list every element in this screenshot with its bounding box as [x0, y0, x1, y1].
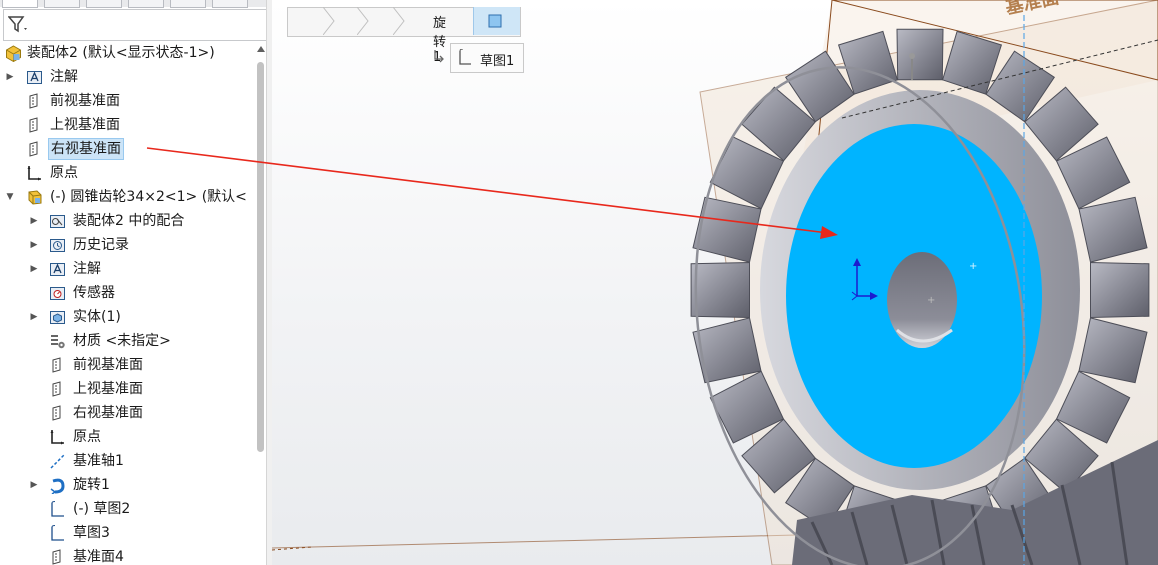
annotation-icon	[49, 261, 66, 278]
tree-item-1[interactable]: 前视基准面	[0, 90, 256, 112]
expand-arrow-icon[interactable]: ▶	[29, 210, 39, 232]
tree-root-assembly[interactable]: 装配体2 (默认<显示状态-1>)	[0, 42, 256, 64]
tree-item-label: 注解	[73, 261, 101, 277]
tree-item-9[interactable]: 传感器	[0, 282, 256, 304]
tree-item-15[interactable]: 原点	[0, 426, 256, 448]
tree-item-label: (-) 草图2	[73, 501, 131, 517]
tree-item-label: 上视基准面	[73, 381, 143, 397]
plane-icon	[49, 405, 66, 422]
tree-item-label: 前视基准面	[73, 357, 143, 373]
breadcrumb-face-icon	[488, 14, 502, 28]
tree-item-label: 右视基准面	[48, 138, 124, 160]
solid-body-icon	[49, 309, 66, 326]
plane-icon	[49, 381, 66, 398]
tree-item-17[interactable]: ▶ 旋转1	[0, 474, 256, 496]
expand-arrow-icon[interactable]: ▶	[29, 234, 39, 256]
tree-item-label: 基准面4	[73, 549, 124, 565]
tree-item-12[interactable]: 前视基准面	[0, 354, 256, 376]
tree-item-label: 上视基准面	[50, 117, 120, 133]
tree-item-label: 原点	[50, 165, 78, 181]
tab-configuration-manager[interactable]	[86, 0, 122, 8]
tree-item-10[interactable]: ▶ 实体(1)	[0, 306, 256, 328]
sketch-icon	[49, 501, 66, 518]
tree-item-16[interactable]: 基准轴1	[0, 450, 256, 472]
scroll-thumb[interactable]	[257, 62, 264, 452]
tab-property-manager[interactable]	[44, 0, 80, 8]
tree-item-7[interactable]: ▶ 历史记录	[0, 234, 256, 256]
tree-item-4[interactable]: 原点	[0, 162, 256, 184]
child-arrow-icon	[434, 50, 444, 63]
plane-icon	[26, 117, 43, 134]
collapse-arrow-icon[interactable]: ▼	[5, 186, 15, 208]
tree-item-label: 原点	[73, 429, 101, 445]
tree-item-label: 草图3	[73, 525, 110, 541]
tree-item-5[interactable]: ▼ (-) 圆锥齿轮34×2<1> (默认<	[0, 186, 256, 208]
history-icon	[49, 237, 66, 254]
tree-item-0[interactable]: ▶ 注解	[0, 66, 256, 88]
origin-icon	[49, 429, 66, 446]
plane-icon	[26, 93, 43, 110]
tree-item-label: 历史记录	[73, 237, 129, 253]
svg-text:+: +	[969, 261, 977, 272]
breadcrumb-face-item[interactable]	[473, 7, 520, 35]
tree-filter[interactable]	[3, 9, 267, 41]
tree-item-14[interactable]: 右视基准面	[0, 402, 256, 424]
assembly-icon	[5, 45, 22, 63]
tab-more[interactable]	[212, 0, 248, 8]
tree-item-13[interactable]: 上视基准面	[0, 378, 256, 400]
tree-item-19[interactable]: 草图3	[0, 522, 256, 544]
axis-icon	[49, 453, 66, 470]
sketch-icon	[459, 49, 471, 65]
expand-arrow-icon[interactable]: ▶	[29, 258, 39, 280]
sketch-icon	[49, 525, 66, 542]
svg-text:+: +	[927, 295, 935, 306]
graphics-viewport[interactable]: 基准面 + + 旋转1 草图1	[272, 0, 1158, 565]
tree-root-label: 装配体2 (默认<显示状态-1>)	[27, 45, 215, 61]
filter-icon[interactable]	[8, 15, 30, 35]
tree-item-label: 旋转1	[73, 477, 110, 493]
breadcrumb-sketch-label: 草图1	[480, 54, 515, 69]
annotation-icon	[26, 69, 43, 86]
breadcrumb-sketch-item[interactable]: 草图1	[450, 43, 524, 73]
expand-arrow-icon[interactable]: ▶	[5, 66, 15, 88]
tree-item-18[interactable]: (-) 草图2	[0, 498, 256, 520]
plane-icon	[26, 141, 43, 158]
tree-item-2[interactable]: 上视基准面	[0, 114, 256, 136]
panel-tabs	[0, 0, 272, 8]
material-icon	[49, 333, 66, 350]
tree-item-label: 右视基准面	[73, 405, 143, 421]
tree-item-label: (-) 圆锥齿轮34×2<1> (默认<	[50, 189, 247, 205]
tree-item-20[interactable]: 基准面4	[0, 546, 256, 565]
tree-item-label: 基准轴1	[73, 453, 124, 469]
tree-item-label: 注解	[50, 69, 78, 85]
plane-icon	[49, 549, 66, 565]
tree-item-label: 传感器	[73, 285, 115, 301]
expand-arrow-icon[interactable]: ▶	[29, 474, 39, 496]
revolve-icon	[49, 477, 66, 495]
tree-item-11[interactable]: 材质 <未指定>	[0, 330, 256, 352]
origin-icon	[26, 165, 43, 182]
feature-manager-panel: 装配体2 (默认<显示状态-1>) ▶ 注解 前视基准面 上视基准面 右视基准面 原点 ▼ (-…	[0, 0, 272, 565]
tree-item-label: 材质 <未指定>	[73, 333, 171, 349]
sensor-icon	[49, 285, 66, 302]
expand-arrow-icon[interactable]: ▶	[29, 306, 39, 328]
tree-item-label: 实体(1)	[73, 309, 121, 325]
model-scene[interactable]: 基准面 + +	[272, 0, 1158, 565]
tab-display-manager[interactable]	[170, 0, 206, 8]
tab-dimxpert[interactable]	[128, 0, 164, 8]
tree-item-8[interactable]: ▶ 注解	[0, 258, 256, 280]
tree-scrollbar[interactable]	[256, 44, 266, 565]
tree-item-3[interactable]: 右视基准面	[0, 138, 256, 160]
tab-feature-manager[interactable]	[2, 0, 38, 8]
mates-icon	[49, 213, 66, 230]
scroll-up-icon[interactable]	[257, 46, 265, 52]
tree-item-label: 前视基准面	[50, 93, 120, 109]
plane-icon	[49, 357, 66, 374]
tree-item-label: 装配体2 中的配合	[73, 213, 185, 229]
part-icon	[26, 189, 43, 206]
tree-item-6[interactable]: ▶ 装配体2 中的配合	[0, 210, 256, 232]
